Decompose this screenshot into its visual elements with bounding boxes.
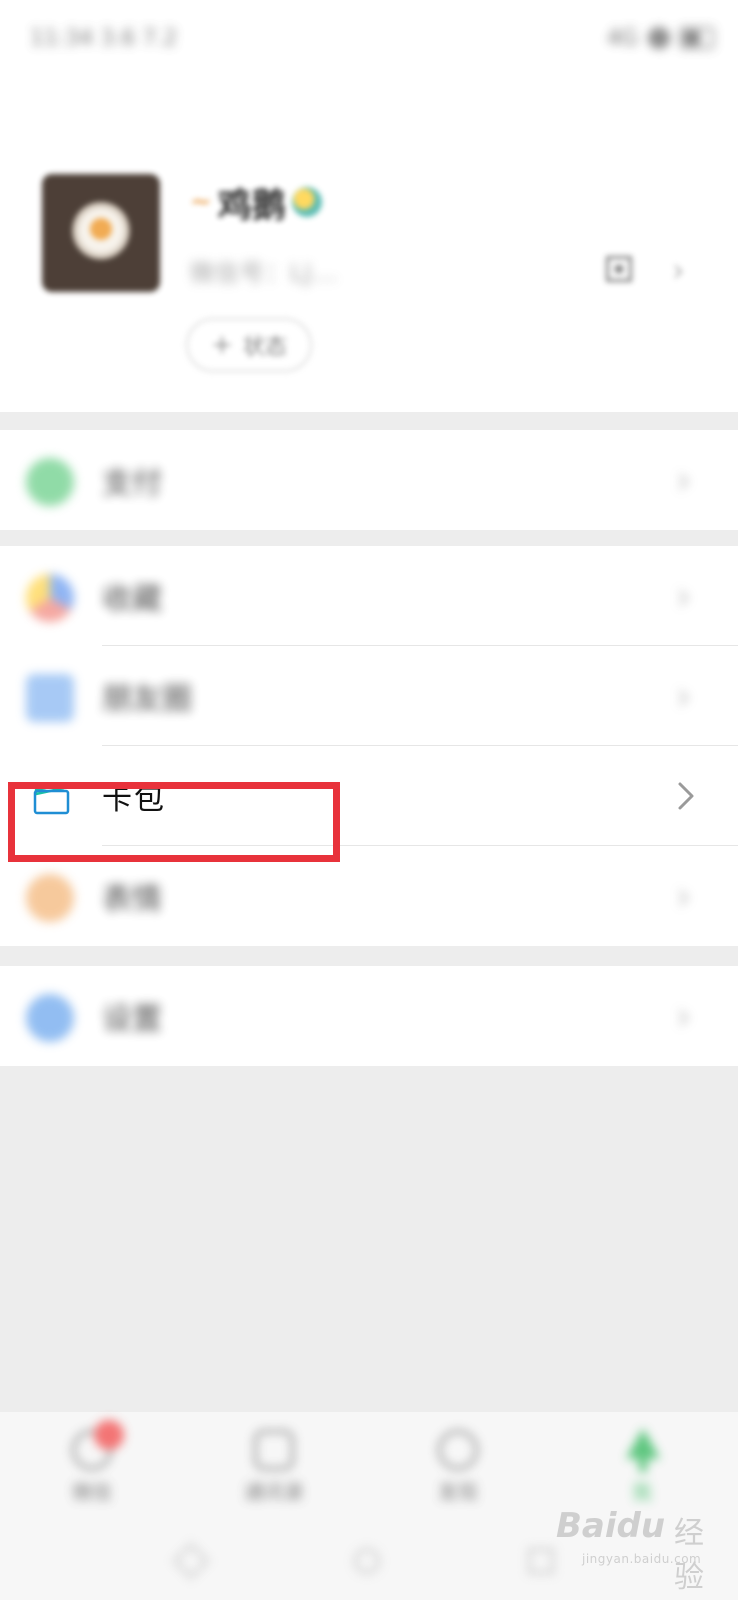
tab-contacts[interactable]: 通讯录 <box>214 1412 334 1522</box>
status-indicators: 4G <box>607 20 714 56</box>
status-button[interactable]: + 状态 <box>186 318 312 372</box>
favorites-icon <box>26 574 74 622</box>
chevron-right-icon: › <box>676 674 692 718</box>
unread-badge <box>94 1420 124 1450</box>
menu-item-label: 表情 <box>102 882 162 917</box>
tab-label: 微信 <box>72 1480 112 1504</box>
wifi-icon <box>648 27 670 49</box>
menu-item-label: 卡包 <box>102 782 166 817</box>
qr-code-icon[interactable] <box>606 256 632 282</box>
chevron-right-icon: › <box>676 574 692 618</box>
menu-item-card-wallet[interactable]: 卡包 <box>0 746 738 846</box>
tab-chats[interactable]: 微信 <box>32 1412 152 1522</box>
tab-label: 通讯录 <box>244 1480 304 1504</box>
status-time: 11:34 3.6 7.2 <box>30 20 177 56</box>
watermark-url: jingyan.baidu.com <box>582 1552 702 1566</box>
chevron-right-icon: › <box>676 458 692 502</box>
wechat-id: 微信号：LJ... <box>190 258 339 287</box>
battery-icon <box>680 27 714 49</box>
watermark: Baidu 经验 jingyan.baidu.com <box>556 1500 726 1595</box>
menu-item-label: 朋友圈 <box>102 682 192 717</box>
menu-item-label: 设置 <box>102 1002 162 1037</box>
profile-nickname: ~ 鸡鹅 <box>190 178 322 226</box>
tab-discover[interactable]: 发现 <box>398 1412 518 1522</box>
pay-icon <box>26 458 74 506</box>
menu-item-stickers[interactable]: 表情 › <box>0 846 738 946</box>
services-group: 收藏 › 朋友圈 › 卡包 表情 › <box>0 546 738 946</box>
plus-icon: + <box>211 330 233 360</box>
menu-item-label: 支付 <box>102 466 162 501</box>
menu-item-pay[interactable]: 支付 › <box>0 430 738 530</box>
tab-label: 发现 <box>438 1480 478 1504</box>
chevron-right-icon: › <box>676 994 692 1038</box>
pay-group: 支付 › <box>0 430 738 530</box>
recents-icon[interactable] <box>528 1548 554 1574</box>
settings-icon <box>26 994 74 1042</box>
menu-item-moments[interactable]: 朋友圈 › <box>0 646 738 746</box>
home-icon[interactable] <box>354 1548 380 1574</box>
status-bar: 11:34 3.6 7.2 4G <box>0 0 738 78</box>
chevron-right-icon <box>678 782 694 810</box>
signal-label: 4G <box>606 25 638 51</box>
settings-group: 设置 › <box>0 966 738 1066</box>
status-button-label: 状态 <box>242 335 287 360</box>
menu-item-label: 收藏 <box>102 582 162 617</box>
chevron-right-icon: › <box>676 874 692 918</box>
sticker-icon <box>26 874 74 922</box>
menu-item-favorites[interactable]: 收藏 › <box>0 546 738 646</box>
nickname-text: 鸡鹅 <box>217 185 286 226</box>
compass-icon <box>438 1430 478 1470</box>
profile-header[interactable]: ~ 鸡鹅 微信号：LJ... › + 状态 <box>0 78 738 412</box>
moments-icon <box>26 674 74 722</box>
contacts-icon <box>254 1430 294 1470</box>
menu-item-settings[interactable]: 设置 › <box>0 966 738 1066</box>
card-wallet-icon <box>33 782 70 815</box>
avatar[interactable] <box>42 174 160 292</box>
status-time-text: 11:34 3.6 7.2 <box>30 25 178 51</box>
watermark-brand: Baidu <box>556 1506 666 1546</box>
person-icon <box>626 1428 660 1472</box>
emoji-icon <box>291 187 322 217</box>
back-icon[interactable] <box>172 1542 210 1580</box>
chevron-right-icon: › <box>672 251 685 289</box>
nickname-prefix: ~ <box>190 187 212 217</box>
